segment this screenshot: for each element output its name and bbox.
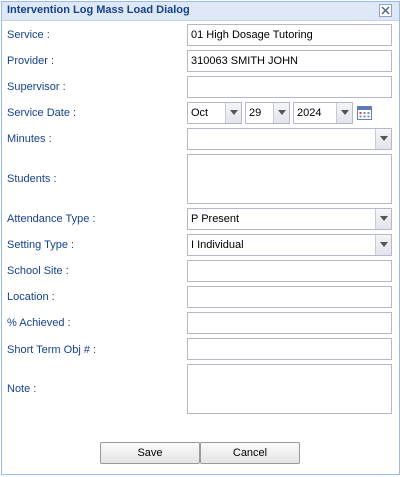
title-bar: Intervention Log Mass Load Dialog	[2, 2, 399, 21]
service-date-label: Service Date :	[7, 107, 77, 119]
dialog-title: Intervention Log Mass Load Dialog	[7, 4, 190, 16]
provider-label: Provider :	[7, 55, 55, 67]
students-label: Students :	[7, 173, 57, 185]
students-textarea[interactable]	[187, 154, 392, 204]
month-select[interactable]: Oct	[187, 102, 242, 124]
day-value: 29	[249, 107, 262, 119]
day-dropdown-button[interactable]	[273, 103, 289, 123]
year-select[interactable]: 2024	[293, 102, 353, 124]
chevron-down-icon	[380, 242, 388, 247]
chevron-down-icon	[380, 216, 388, 221]
chevron-down-icon	[380, 136, 388, 141]
year-value: 2024	[297, 107, 322, 119]
supervisor-field[interactable]	[187, 76, 392, 98]
close-button[interactable]	[379, 4, 392, 17]
chevron-down-icon	[230, 110, 238, 115]
school-site-label: School Site :	[7, 265, 69, 277]
day-select[interactable]: 29	[245, 102, 290, 124]
short-term-obj-field[interactable]	[187, 338, 392, 360]
note-label: Note :	[7, 383, 37, 395]
calendar-icon	[357, 106, 372, 120]
achieved-field[interactable]	[187, 312, 392, 334]
cancel-button[interactable]: Cancel	[200, 442, 300, 464]
setting-type-select[interactable]: I Individual	[187, 234, 392, 256]
year-dropdown-button[interactable]	[336, 103, 352, 123]
attendance-type-select[interactable]: P Present	[187, 208, 392, 230]
provider-field[interactable]: 310063 SMITH JOHN	[187, 50, 392, 72]
note-textarea[interactable]	[187, 364, 392, 414]
school-site-field[interactable]	[187, 260, 392, 282]
supervisor-label: Supervisor :	[7, 81, 66, 93]
location-label: Location :	[7, 291, 55, 303]
service-value: 01 High Dosage Tutoring	[191, 29, 313, 41]
location-field[interactable]	[187, 286, 392, 308]
close-icon	[381, 6, 390, 15]
attendance-type-label: Attendance Type :	[7, 213, 96, 225]
service-field[interactable]: 01 High Dosage Tutoring	[187, 24, 392, 46]
setting-type-label: Setting Type :	[7, 239, 75, 251]
attendance-type-value: P Present	[191, 213, 240, 225]
chevron-down-icon	[278, 110, 286, 115]
minutes-select[interactable]	[187, 128, 392, 150]
achieved-label: % Achieved :	[7, 317, 71, 329]
setting-type-value: I Individual	[191, 239, 244, 251]
attendance-type-dropdown-button[interactable]	[375, 209, 391, 229]
service-label: Service :	[7, 29, 50, 41]
save-button[interactable]: Save	[100, 442, 200, 464]
month-value: Oct	[191, 107, 209, 119]
chevron-down-icon	[341, 110, 349, 115]
setting-type-dropdown-button[interactable]	[375, 235, 391, 255]
minutes-dropdown-button[interactable]	[375, 129, 391, 149]
month-dropdown-button[interactable]	[225, 103, 241, 123]
minutes-label: Minutes :	[7, 133, 52, 145]
provider-value: 310063 SMITH JOHN	[191, 55, 298, 67]
calendar-button[interactable]	[357, 105, 372, 120]
short-term-obj-label: Short Term Obj # :	[7, 344, 97, 356]
